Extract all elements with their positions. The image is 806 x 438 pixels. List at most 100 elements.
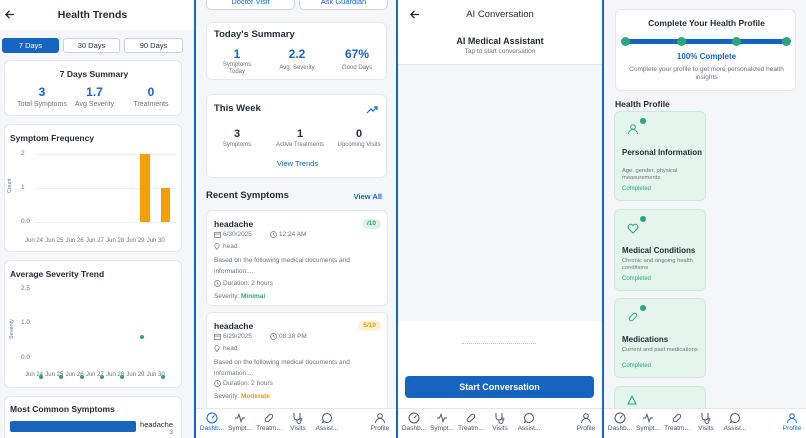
view-all-link[interactable]: View All [354,192,382,201]
nav-label: Treatm... [256,425,282,432]
activity-icon [643,413,653,423]
nav-label: Profile [370,425,390,432]
todays-summary-title: Today's Summary [214,29,295,40]
nav-treatments[interactable]: Treatm... [455,409,487,438]
trending-up-icon [366,106,378,114]
nav-visits[interactable]: Visits [690,409,722,438]
severity-x-tick: Jun 30 [146,372,165,378]
severity-x-tick: Jun 24 [25,372,44,378]
severity-trend-card: Average Severity Trend Severity 2.5 1.0 … [4,260,182,388]
common-symptom-name: headache [140,420,173,429]
progress-track [624,39,789,44]
profile-card-personal-info[interactable]: Personal Information Age, gender, physic… [614,111,706,201]
triangle-icon [627,395,637,405]
common-symptom-count: 3 [169,429,173,436]
avg-severity-value: 1.7 [86,85,103,99]
range-7-days-tab[interactable]: 7 Days [2,38,59,53]
frequency-y-tick: 2 [21,150,25,157]
calendar-icon [214,231,221,238]
page-title: AI Conversation [466,9,534,20]
severity-score-badge: /10 [361,219,381,229]
frequency-x-tick: Jun 29 [126,238,145,244]
severity-y-axis-label: Severity [9,319,15,339]
treatments-value: 0 [147,85,155,99]
person-icon [581,413,591,424]
severity-y-tick: 2.5 [21,285,31,292]
nav-symptoms[interactable]: Sympt... [632,409,664,438]
profile-card-title: Personal Information [622,148,703,157]
recent-symptoms-title: Recent Symptoms [206,190,289,201]
active-treatments-value: 1 [296,128,304,140]
nav-assistant[interactable]: Assist... [311,409,343,438]
frequency-bar [140,154,150,222]
common-symptoms-card: Most Common Symptoms headache 3 [4,396,182,438]
nav-profile[interactable]: Profile [776,409,806,438]
view-trends-link[interactable]: View Trends [207,159,388,168]
assistant-header[interactable]: AI Medical Assistant Tap to start conver… [398,27,602,65]
location-pin-icon [214,243,220,250]
nav-profile[interactable]: Profile [570,409,602,438]
completion-description: Complete your profile to get more person… [629,66,784,81]
frequency-x-tick: Jun 25 [45,238,64,244]
assistant-hint: Tap to start conversation [464,48,536,55]
severity-x-tick: Jun 28 [106,372,125,378]
start-conversation-button[interactable]: Start Conversation [405,376,594,398]
chat-bubble-icon [523,412,534,424]
completion-percent: 100% Complete [676,52,737,61]
frequency-x-tick: Jun 27 [85,238,104,244]
this-week-title: This Week [214,103,261,114]
frequency-chart-title: Symptom Frequency [10,133,95,143]
todays-summary-card: Today's Summary 1 Symptoms Today 2.2 Avg… [206,22,387,80]
severity-x-tick: Jun 26 [65,372,84,378]
nav-treatments[interactable]: Treatm... [253,409,285,438]
good-days-label: Good Days [341,65,372,71]
ask-guardian-button[interactable]: Ask Guardian [299,0,388,10]
nav-label: Dashb... [199,425,225,432]
location-pin-icon [214,345,220,352]
symptom-description: Based on the following medical documents… [214,257,350,275]
nav-label: Sympt... [636,425,660,432]
nav-visits[interactable]: Visits [282,409,314,438]
nav-label: Dashb... [401,425,427,432]
severity-label: Severity: [214,393,240,400]
status-dot [640,305,646,311]
range-90-days-tab[interactable]: 90 Days [124,38,183,53]
good-days-value: 67% [344,47,370,61]
health-trends-screen: Health Trends 7 Days 30 Days 90 Days 7 D… [0,0,195,438]
symptoms-today-label: Symptoms Today [222,62,252,75]
doctor-visit-button[interactable]: Doctor Visit [206,0,295,10]
nav-visits[interactable]: Visits [484,409,516,438]
stethoscope-icon [293,413,303,424]
avg-severity-label: Avg Severity [74,101,115,108]
nav-treatments[interactable]: Treatm... [661,409,693,438]
frequency-bar [160,188,170,222]
profile-card-medications[interactable]: Medications Current and past medications… [614,298,706,378]
range-30-days-tab[interactable]: 30 Days [63,38,120,53]
nav-label: Dashb... [607,425,633,432]
profile-card-medical-conditions[interactable]: Medical Conditions Chronic and ongoing h… [614,209,706,291]
nav-label: Sympt... [228,425,252,432]
avg-severity-today-label: Avg. Severity [279,65,315,71]
health-profile-title: Health Profile [615,99,670,109]
symptom-entry-card[interactable]: headache 5/10 6/29/2025 08:38 PM head Ba… [206,312,388,412]
nav-profile[interactable]: Profile [364,409,396,438]
nav-assistant[interactable]: Assist... [719,409,751,438]
symptom-location: head [223,243,238,250]
nav-label: Assist... [723,425,747,432]
nav-symptoms[interactable]: Sympt... [224,409,256,438]
person-icon [628,124,638,135]
nav-symptoms[interactable]: Sympt... [426,409,458,438]
nav-assistant[interactable]: Assist... [513,409,545,438]
frequency-x-tick: Jun 30 [146,238,165,244]
nav-label: Visits [290,425,306,432]
treatments-label: Treatments [133,101,169,108]
this-week-card: This Week 3 Symptoms 1 Active Treatments… [206,94,387,178]
activity-icon [235,413,245,423]
severity-value: Moderate [241,393,270,400]
symptom-entry-card[interactable]: headache /10 6/30/2025 12:24 AM head Bas… [206,210,388,306]
frequency-y-axis-label: Count [7,178,13,193]
ai-conversation-screen: AI Conversation AI Medical Assistant Tap… [398,0,602,438]
week-symptoms-value: 3 [233,128,241,140]
severity-point [140,335,145,340]
summary-card: 7 Days Summary 3 Total Symptoms 1.7 Avg … [4,60,182,116]
